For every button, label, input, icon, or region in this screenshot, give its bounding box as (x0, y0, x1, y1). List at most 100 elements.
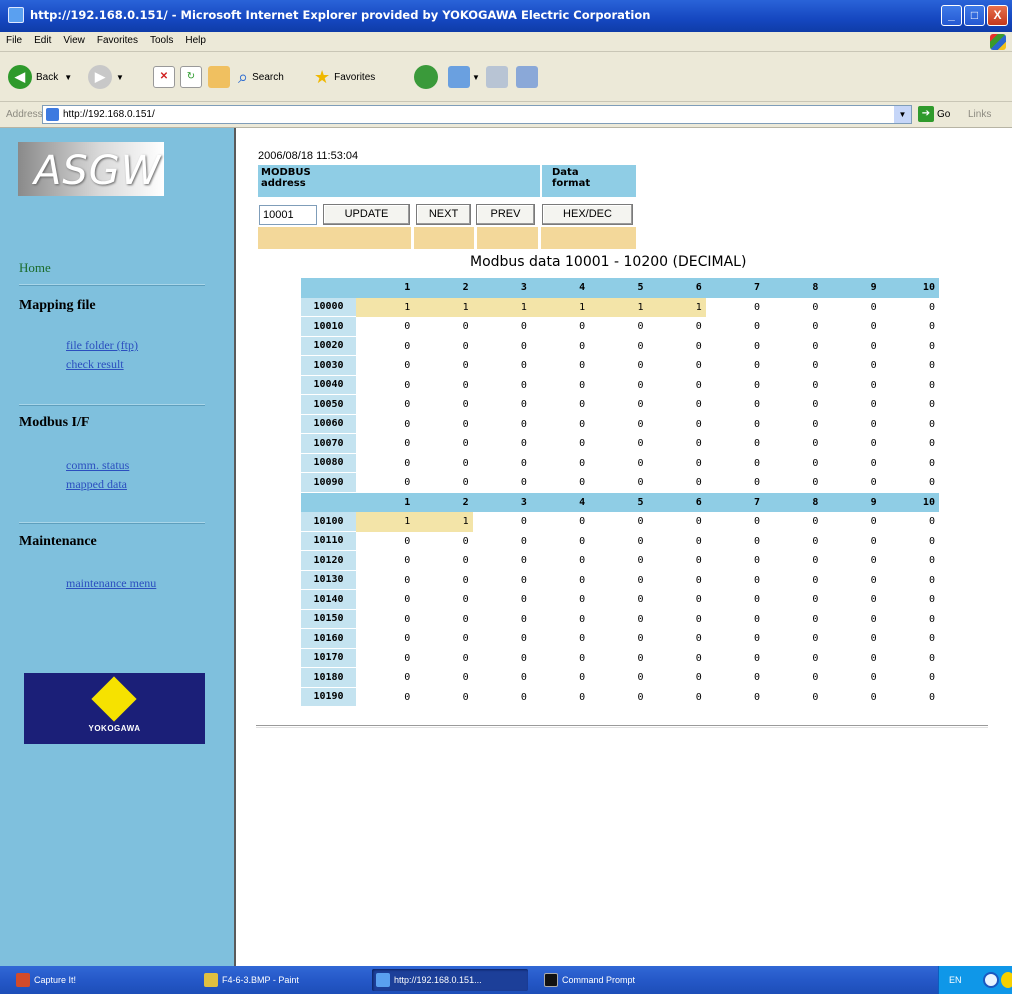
column-header: 3 (472, 492, 531, 512)
data-cell: 0 (870, 555, 877, 567)
favorites-star-icon: ★ (314, 66, 331, 87)
forward-dropdown-icon[interactable]: ▼ (116, 73, 124, 82)
data-cell: 0 (404, 594, 411, 606)
table-row: 10010 0 0 0 0 0 0 0 0 0 0 (301, 317, 939, 337)
row-address-label: 10010 (301, 317, 356, 337)
minimize-button[interactable]: _ (941, 5, 962, 26)
stop-button[interactable]: ✕ (153, 64, 175, 90)
data-cell: 1 (414, 297, 473, 317)
data-cell: 0 (928, 379, 935, 391)
system-tray: EN (938, 966, 1012, 994)
menu-tools[interactable]: Tools (144, 32, 179, 49)
sidebar-home-link[interactable]: Home (19, 260, 51, 276)
data-cell: 0 (870, 418, 877, 430)
favorites-button[interactable]: ★ Favorites (314, 64, 375, 90)
hex-dec-button[interactable]: HEX/DEC (542, 204, 633, 225)
back-dropdown-icon[interactable]: ▼ (64, 73, 72, 82)
address-dropdown-icon[interactable]: ▼ (894, 106, 911, 123)
task-command-prompt[interactable]: Command Prompt (540, 969, 700, 991)
data-cell: 0 (870, 516, 877, 528)
back-button[interactable]: ◀ Back ▼ (8, 64, 72, 90)
data-cell: 0 (812, 399, 819, 411)
refresh-button[interactable]: ↻ (180, 64, 202, 90)
data-cell: 0 (404, 340, 411, 352)
title-bar: http://192.168.0.151/ - Microsoft Intern… (0, 0, 1012, 32)
data-cell: 0 (695, 321, 702, 333)
row-address-label: 10180 (301, 668, 356, 688)
table-row: 10180 0 0 0 0 0 0 0 0 0 0 (301, 668, 939, 688)
network-icon[interactable] (983, 972, 999, 988)
maximize-button[interactable]: □ (964, 5, 985, 26)
modbus-address-input[interactable] (259, 205, 317, 225)
address-label: Address (6, 109, 43, 120)
links-button[interactable]: Links (968, 109, 991, 120)
update-button[interactable]: UPDATE (323, 204, 410, 225)
data-cell: 0 (579, 321, 586, 333)
close-button[interactable]: X (987, 5, 1008, 26)
data-cell: 0 (637, 574, 644, 586)
data-cell: 0 (404, 672, 411, 684)
language-indicator[interactable]: EN (949, 975, 962, 985)
data-cell: 0 (579, 691, 586, 703)
column-header: 9 (822, 492, 881, 512)
menu-edit[interactable]: Edit (28, 32, 57, 49)
data-cell: 0 (812, 535, 819, 547)
task-internet-explorer[interactable]: http://192.168.0.151... (372, 969, 528, 991)
menu-file[interactable]: File (0, 32, 28, 49)
data-cell: 0 (812, 301, 819, 313)
go-button[interactable]: ➔ Go (918, 106, 950, 122)
data-cell: 0 (754, 594, 761, 606)
tray-app-icon[interactable] (1001, 972, 1012, 988)
data-cell: 0 (462, 321, 469, 333)
column-header-corner (301, 492, 356, 512)
data-cell: 0 (870, 301, 877, 313)
data-cell: 0 (404, 633, 411, 645)
sidebar-link-mapped-data[interactable]: mapped data (66, 477, 127, 492)
search-button[interactable]: ⌕ Search (238, 64, 284, 90)
next-button[interactable]: NEXT (416, 204, 471, 225)
sidebar-link-maintenance-menu[interactable]: maintenance menu (66, 576, 156, 591)
data-cell: 0 (637, 379, 644, 391)
address-input[interactable]: http://192.168.0.151/ ▼ (42, 105, 912, 124)
data-cell: 0 (404, 555, 411, 567)
forward-button[interactable]: ▶ ▼ (88, 64, 124, 90)
menu-help[interactable]: Help (179, 32, 212, 49)
data-cell: 0 (520, 652, 527, 664)
row-address-label: 10080 (301, 453, 356, 473)
mail-dropdown-icon[interactable]: ▼ (472, 73, 480, 82)
sidebar-link-file-folder[interactable]: file folder (ftp) (66, 338, 138, 353)
task-label: Command Prompt (562, 975, 636, 985)
home-button[interactable] (208, 64, 230, 90)
data-cell: 0 (812, 321, 819, 333)
data-cell: 0 (695, 574, 702, 586)
print-button[interactable] (486, 64, 508, 90)
sidebar-link-check-result[interactable]: check result (66, 357, 124, 372)
menu-favorites[interactable]: Favorites (91, 32, 144, 49)
table-row: 10090 0 0 0 0 0 0 0 0 0 0 (301, 473, 939, 493)
status-bar-cell (541, 227, 636, 249)
data-cell: 0 (870, 379, 877, 391)
sidebar-link-comm-status[interactable]: comm. status (66, 458, 129, 473)
data-cell: 0 (520, 438, 527, 450)
data-cell: 0 (637, 399, 644, 411)
browser-toolbar: ◀ Back ▼ ▶ ▼ ✕ ↻ ⌕ Search ★ Favorites ▼ (0, 52, 1012, 102)
column-header-corner (301, 278, 356, 298)
mail-button[interactable]: ▼ (448, 64, 480, 90)
task-capture-it[interactable]: Capture It! (12, 969, 172, 991)
column-header: 10 (880, 278, 939, 298)
prev-button[interactable]: PREV (476, 204, 535, 225)
data-cell: 0 (462, 652, 469, 664)
data-cell: 0 (928, 535, 935, 547)
edit-button[interactable] (516, 64, 538, 90)
task-paint[interactable]: F4-6-3.BMP - Paint (200, 969, 360, 991)
timestamp: 2006/08/18 11:53:04 (258, 150, 359, 162)
data-cell: 0 (812, 652, 819, 664)
menu-view[interactable]: View (57, 32, 91, 49)
data-cell: 1 (530, 297, 590, 317)
paint-app-icon (204, 973, 218, 987)
data-cell: 0 (637, 652, 644, 664)
history-button[interactable] (414, 64, 442, 90)
data-cell: 0 (812, 672, 819, 684)
address-url: http://192.168.0.151/ (63, 109, 155, 120)
data-cell: 0 (695, 399, 702, 411)
